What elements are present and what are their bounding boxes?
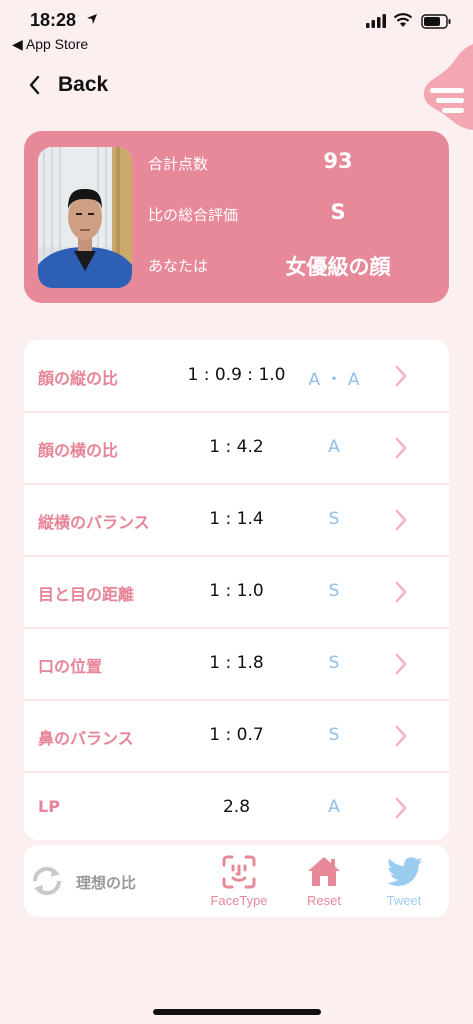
back-label: Back — [58, 73, 109, 96]
back-to-app-store-link[interactable]: ◀ App Store — [12, 36, 88, 53]
overall-rating-row: 比の総合評価 S — [148, 198, 438, 228]
result-label: あなたは — [148, 257, 209, 275]
chevron-right-icon — [395, 581, 407, 603]
status-time: 18:28 — [30, 10, 77, 30]
battery-icon — [421, 14, 451, 29]
user-face-photo — [38, 147, 132, 288]
metric-grade: S — [328, 725, 340, 745]
metric-ratio: 1 : 1.8 — [209, 653, 264, 673]
metric-grade: S — [328, 509, 340, 529]
back-button[interactable]: Back — [28, 68, 108, 102]
list-item[interactable]: 目と目の距離 1 : 1.0 S — [24, 556, 449, 629]
ideal-ratio-button[interactable]: 理想の比 — [24, 845, 194, 917]
facetype-label: FaceType — [210, 893, 268, 908]
chevron-left-icon — [29, 75, 40, 95]
reset-button[interactable]: Reset — [284, 845, 364, 917]
menu-icon[interactable] — [420, 44, 473, 130]
refresh-icon — [32, 866, 62, 896]
tweet-button[interactable]: Tweet — [364, 845, 444, 917]
overall-rating-label: 比の総合評価 — [148, 206, 239, 224]
metric-ratio: 1 : 0.7 — [209, 725, 264, 745]
metric-grade: S — [328, 581, 340, 601]
metric-label: LP — [38, 797, 60, 816]
metric-ratio: 1 : 0.9 : 1.0 — [187, 365, 286, 385]
metric-label: 口の位置 — [38, 657, 103, 676]
list-item[interactable]: LP 2.8 A — [24, 772, 449, 840]
metric-label: 顔の縦の比 — [38, 369, 119, 388]
home-indicator[interactable] — [153, 1009, 321, 1015]
chevron-right-icon — [395, 725, 407, 747]
metric-label: 顔の横の比 — [38, 441, 119, 460]
status-bar: 18:28 ◀ App Store — [0, 0, 473, 60]
metric-grade: A — [328, 797, 340, 817]
total-score-label: 合計点数 — [148, 155, 209, 173]
face-scan-icon — [222, 855, 256, 889]
chevron-right-icon — [395, 365, 407, 387]
wifi-icon — [393, 13, 413, 27]
metric-ratio: 2.8 — [222, 797, 251, 817]
list-item[interactable]: 縦横のバランス 1 : 1.4 S — [24, 484, 449, 557]
list-item[interactable]: 口の位置 1 : 1.8 S — [24, 628, 449, 701]
total-score-row: 合計点数 93 — [148, 147, 438, 177]
list-item[interactable]: 顔の縦の比 1 : 0.9 : 1.0 A ・ A — [24, 340, 449, 413]
cellular-signal-icon — [366, 14, 386, 28]
metric-label: 縦横のバランス — [38, 513, 150, 532]
metric-label: 鼻のバランス — [38, 729, 134, 748]
metric-label: 目と目の距離 — [38, 585, 135, 604]
metric-grade: A — [328, 437, 340, 457]
home-icon — [308, 857, 340, 886]
list-item[interactable]: 顔の横の比 1 : 4.2 A — [24, 412, 449, 485]
score-summary-card: 合計点数 93 比の総合評価 S あなたは 女優級の顔 — [24, 131, 449, 303]
tweet-label: Tweet — [386, 893, 422, 908]
metric-ratio: 1 : 1.4 — [209, 509, 264, 529]
chevron-right-icon — [395, 797, 407, 819]
reset-label: Reset — [307, 893, 341, 908]
chevron-right-icon — [395, 437, 407, 459]
bottom-toolbar: 理想の比 FaceType Reset Tweet — [24, 845, 449, 917]
twitter-bird-icon — [387, 857, 423, 886]
list-item[interactable]: 鼻のバランス 1 : 0.7 S — [24, 700, 449, 773]
metric-grade: S — [328, 653, 340, 673]
overall-rating-value: S — [330, 200, 346, 224]
chevron-right-icon — [395, 509, 407, 531]
ideal-ratio-label: 理想の比 — [76, 874, 137, 892]
chevron-right-icon — [395, 653, 407, 675]
face-ratio-list: 顔の縦の比 1 : 0.9 : 1.0 A ・ A 顔の横の比 1 : 4.2 … — [24, 340, 449, 840]
total-score-value: 93 — [323, 149, 353, 173]
location-arrow-icon — [87, 14, 97, 24]
result-value: 女優級の顔 — [285, 255, 391, 279]
metric-ratio: 1 : 4.2 — [209, 437, 264, 457]
facetype-button[interactable]: FaceType — [199, 845, 279, 917]
result-row: あなたは 女優級の顔 — [148, 249, 438, 279]
metric-ratio: 1 : 1.0 — [209, 581, 264, 601]
metric-grade: A ・ A — [308, 370, 360, 390]
